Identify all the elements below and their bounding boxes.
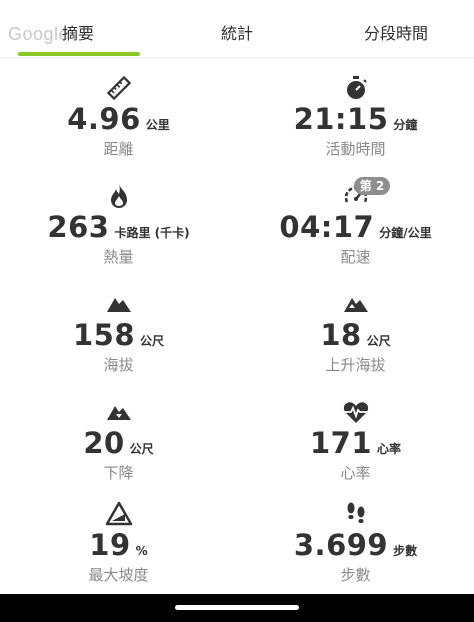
stopwatch-icon [340, 72, 372, 104]
stat-value: 04:17 [279, 210, 375, 244]
ruler-icon [103, 72, 135, 104]
stat-descent: 20 公尺 下降 [0, 396, 237, 503]
stat-value: 263 [47, 210, 110, 244]
stat-unit: 卡路里 (千卡) [114, 226, 190, 240]
system-nav-bar [0, 594, 474, 622]
heart-rate-icon [340, 396, 372, 428]
stat-unit: 公尺 [366, 334, 391, 348]
stat-unit: 步數 [393, 544, 418, 558]
stat-ascent: 18 公尺 上升海拔 [237, 288, 474, 395]
stat-value: 3.699 [293, 528, 389, 562]
stat-label: 下降 [103, 464, 134, 482]
stat-unit: % [135, 544, 148, 558]
footsteps-icon [340, 498, 372, 530]
stat-value: 158 [72, 318, 136, 352]
stats-grid: 4.96 公里 距離 21:15 分鐘 活動時間 263 卡路里 (千卡) 熱量 [0, 58, 474, 594]
mountain-up-icon [340, 288, 372, 320]
stat-value: 171 [309, 426, 373, 460]
tab-splits[interactable]: 分段時間 [364, 20, 428, 44]
stat-unit: 分鐘/公里 [379, 226, 432, 240]
home-indicator[interactable] [175, 605, 299, 610]
mountain-down-icon [103, 396, 135, 428]
stat-value: 4.96 [67, 102, 141, 136]
stat-value: 20 [83, 426, 125, 460]
stat-value: 18 [320, 318, 362, 352]
lap-badge: 第 2 [354, 177, 390, 195]
stat-unit: 分鐘 [393, 118, 418, 132]
stat-pace: 04:17 分鐘/公里 配速 [237, 180, 474, 287]
stat-value: 19 [89, 528, 131, 562]
stat-unit: 公里 [145, 118, 170, 132]
stat-label: 熱量 [103, 248, 134, 266]
stat-steps: 3.699 步數 步數 [237, 498, 474, 605]
stat-calories: 263 卡路里 (千卡) 熱量 [0, 180, 237, 287]
stat-label: 心率 [340, 464, 371, 482]
stat-unit: 心率 [377, 442, 402, 456]
stat-label: 最大坡度 [88, 566, 149, 584]
stat-unit: 公尺 [140, 334, 165, 348]
stat-active-time: 21:15 分鐘 活動時間 [237, 72, 474, 179]
stat-label: 海拔 [103, 356, 134, 374]
stat-label: 距離 [103, 140, 134, 158]
stat-distance: 4.96 公里 距離 [0, 72, 237, 179]
slope-icon [103, 498, 135, 530]
stat-label: 活動時間 [325, 140, 386, 158]
stat-label: 步數 [340, 566, 371, 584]
tab-bar: 摘要 統計 分段時間 [0, 0, 474, 58]
stat-max-slope: 19 % 最大坡度 [0, 498, 237, 605]
tab-summary[interactable]: 摘要 [62, 20, 94, 44]
stat-elevation: 158 公尺 海拔 [0, 288, 237, 395]
stat-unit: 公尺 [129, 442, 154, 456]
active-tab-indicator [18, 52, 140, 56]
stat-value: 21:15 [293, 102, 389, 136]
flame-icon [103, 180, 135, 212]
tab-statistics[interactable]: 統計 [221, 20, 253, 44]
mountain-icon [103, 288, 135, 320]
stat-label: 配速 [340, 248, 371, 266]
stat-heart-rate: 171 心率 心率 [237, 396, 474, 503]
stat-label: 上升海拔 [325, 356, 386, 374]
